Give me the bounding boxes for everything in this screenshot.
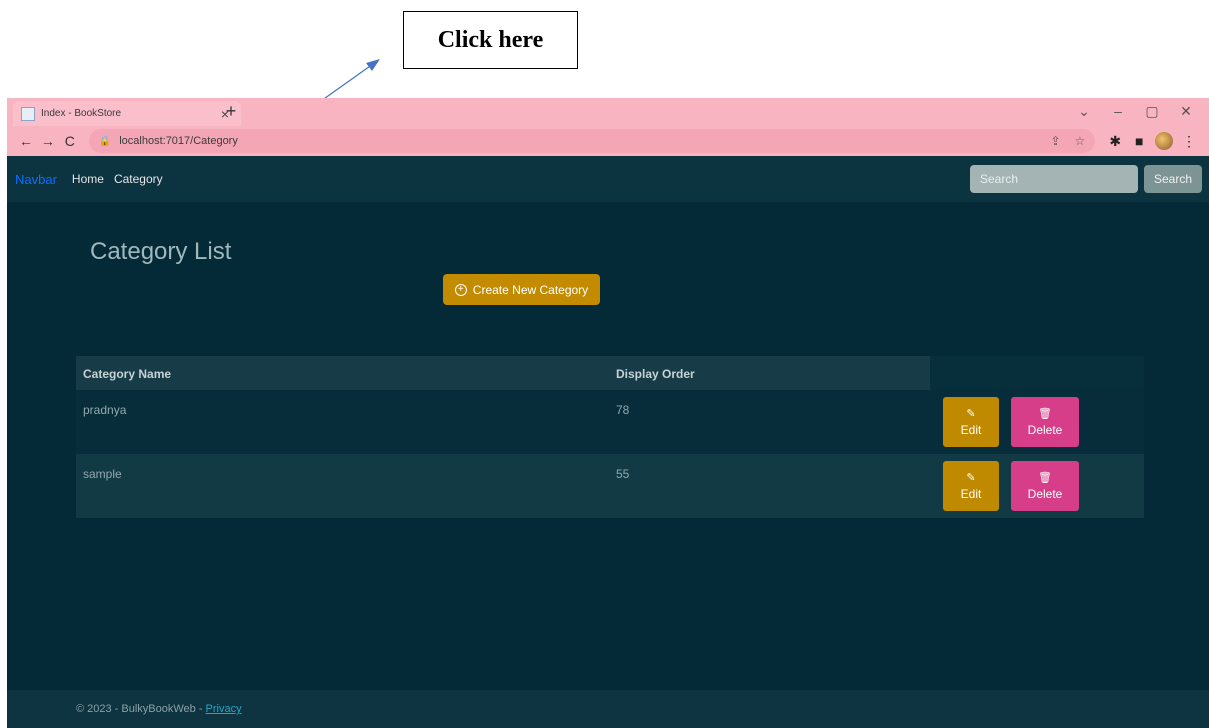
search-input[interactable] <box>970 165 1138 193</box>
tab-strip: Index - BookStore × + ⌄ – ▢ ✕ <box>7 98 1209 126</box>
actions-cell: ✎ Edit 🗑 Delete <box>930 390 1144 454</box>
bookmark-star-icon[interactable]: ☆ <box>1075 134 1086 148</box>
profile-avatar[interactable] <box>1155 132 1174 150</box>
annotation-label: Click here <box>437 26 544 53</box>
address-bar-row: ← → C 🔒 localhost:7017/Category ⇪ ☆ ✱ ■ … <box>7 126 1209 156</box>
trash-icon: 🗑 <box>1038 471 1052 484</box>
side-panel-icon[interactable]: ■ <box>1127 133 1151 149</box>
back-button[interactable]: ← <box>15 133 37 149</box>
window-controls: ⌄ – ▢ ✕ <box>1067 101 1203 121</box>
page-favicon-icon <box>21 106 35 121</box>
delete-button[interactable]: 🗑 Delete <box>1011 397 1079 447</box>
restore-button[interactable]: ▢ <box>1135 101 1169 121</box>
footer-copyright: © 2023 - BulkyBookWeb - <box>76 703 203 715</box>
nav-link-home[interactable]: Home <box>72 172 104 186</box>
edit-button[interactable]: ✎ Edit <box>943 461 999 511</box>
category-table: Category Name Display Order pradnya 78 ✎… <box>76 356 1144 518</box>
header-category-name: Category Name <box>76 356 609 390</box>
annotation-callout: Click here <box>403 11 578 69</box>
search-button[interactable]: Search <box>1144 165 1202 193</box>
forward-button[interactable]: → <box>37 133 59 149</box>
edit-label: Edit <box>960 486 982 501</box>
create-category-label: Create New Category <box>472 282 589 297</box>
create-category-button[interactable]: + Create New Category <box>443 274 600 305</box>
edit-button[interactable]: ✎ Edit <box>943 397 999 447</box>
edit-label: Edit <box>960 422 982 437</box>
actions-cell: ✎ Edit 🗑 Delete <box>930 454 1144 518</box>
nav-link-category[interactable]: Category <box>114 172 163 186</box>
site-footer: © 2023 - BulkyBookWeb - Privacy <box>7 690 1209 728</box>
table-row: pradnya 78 ✎ Edit 🗑 Delete <box>76 390 1144 454</box>
category-name-cell: pradnya <box>76 390 609 454</box>
web-page: Navbar Home Category Search Category Lis… <box>7 156 1209 728</box>
plus-circle-icon: + <box>454 283 467 296</box>
display-order-cell: 55 <box>609 454 930 518</box>
delete-button[interactable]: 🗑 Delete <box>1011 461 1079 511</box>
edit-pencil-icon: ✎ <box>966 407 976 420</box>
lock-icon[interactable]: 🔒 <box>99 136 111 147</box>
browser-window: Index - BookStore × + ⌄ – ▢ ✕ ← → C 🔒 lo… <box>7 98 1209 728</box>
category-name-cell: sample <box>76 454 609 518</box>
close-window-button[interactable]: ✕ <box>1169 101 1203 121</box>
extensions-icon[interactable]: ✱ <box>1103 133 1127 150</box>
header-display-order: Display Order <box>609 356 930 390</box>
site-navbar: Navbar Home Category Search <box>7 156 1209 202</box>
browser-tab[interactable]: Index - BookStore × <box>13 101 241 126</box>
privacy-link[interactable]: Privacy <box>206 703 242 715</box>
table-header: Category Name Display Order <box>76 356 1144 390</box>
page-title: Category List <box>90 238 232 265</box>
tab-search-icon[interactable]: ⌄ <box>1067 101 1101 121</box>
menu-kebab-icon[interactable]: ⋮ <box>1177 133 1201 150</box>
trash-icon: 🗑 <box>1038 407 1052 420</box>
tab-title: Index - BookStore <box>41 108 122 119</box>
edit-pencil-icon: ✎ <box>966 471 976 484</box>
new-tab-button[interactable]: + <box>221 101 241 122</box>
header-actions <box>930 356 1144 390</box>
share-icon[interactable]: ⇪ <box>1050 134 1060 148</box>
minimize-button[interactable]: – <box>1101 101 1135 121</box>
delete-label: Delete <box>1027 486 1063 501</box>
url-bar[interactable]: 🔒 localhost:7017/Category ⇪ ☆ <box>88 129 1096 153</box>
delete-label: Delete <box>1027 422 1063 437</box>
url-text[interactable]: localhost:7017/Category <box>119 135 1036 147</box>
table-row: sample 55 ✎ Edit 🗑 Delete <box>76 454 1144 518</box>
display-order-cell: 78 <box>609 390 930 454</box>
navbar-brand[interactable]: Navbar <box>15 172 57 187</box>
reload-button[interactable]: C <box>59 133 81 149</box>
